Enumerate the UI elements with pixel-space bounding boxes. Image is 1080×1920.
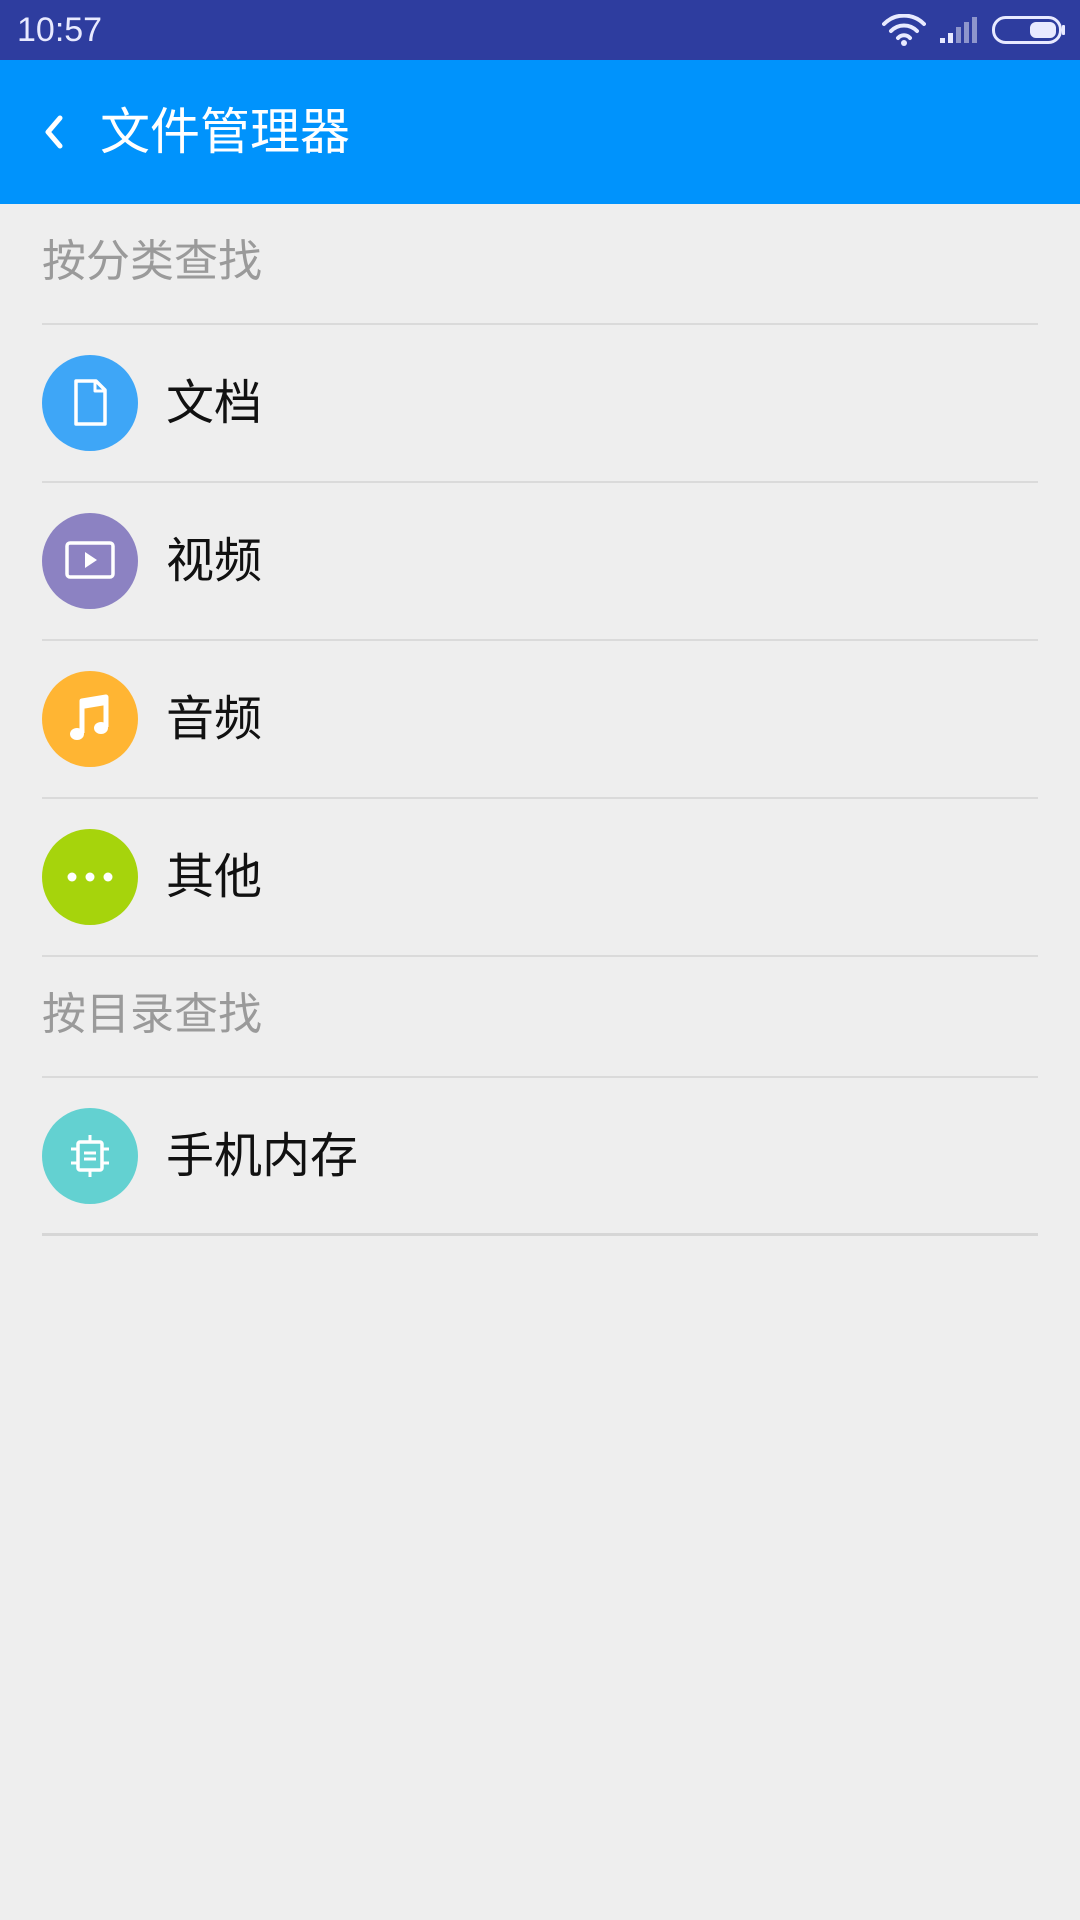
battery-icon: [992, 16, 1066, 48]
list-item-other[interactable]: 其他: [42, 799, 1038, 957]
section-header-category: 按分类查找: [42, 204, 1038, 325]
page-title: 文件管理器: [100, 103, 350, 161]
list-item-video[interactable]: 视频: [42, 483, 1038, 641]
music-icon: [42, 671, 138, 767]
list-item-label: 手机内存: [166, 1128, 359, 1184]
app-bar: 文件管理器: [0, 60, 1080, 204]
chevron-left-icon[interactable]: [36, 106, 76, 158]
chip-icon: [42, 1108, 138, 1204]
section-header-directory: 按目录查找: [42, 957, 1038, 1078]
list-item-label: 音频: [166, 691, 263, 747]
main-content: 按分类查找 文档 视频 音频 其他 按目录查找 手机内存: [0, 204, 1080, 1236]
list-item-label: 视频: [166, 533, 263, 589]
wifi-icon: [882, 13, 926, 50]
status-bar: 10:57: [0, 0, 1080, 60]
list-item-label: 文档: [166, 375, 263, 431]
more-icon: [42, 829, 138, 925]
status-time: 10:57: [17, 11, 103, 49]
section-header-label: 按目录查找: [42, 989, 262, 1040]
list-item-audio[interactable]: 音频: [42, 641, 1038, 799]
list-item-documents[interactable]: 文档: [42, 325, 1038, 483]
list-item-label: 其他: [166, 849, 263, 905]
document-icon: [42, 355, 138, 451]
section-header-label: 按分类查找: [42, 236, 262, 287]
list-item-phone-storage[interactable]: 手机内存: [42, 1078, 1038, 1236]
video-icon: [42, 513, 138, 609]
signal-icon: [938, 16, 978, 48]
